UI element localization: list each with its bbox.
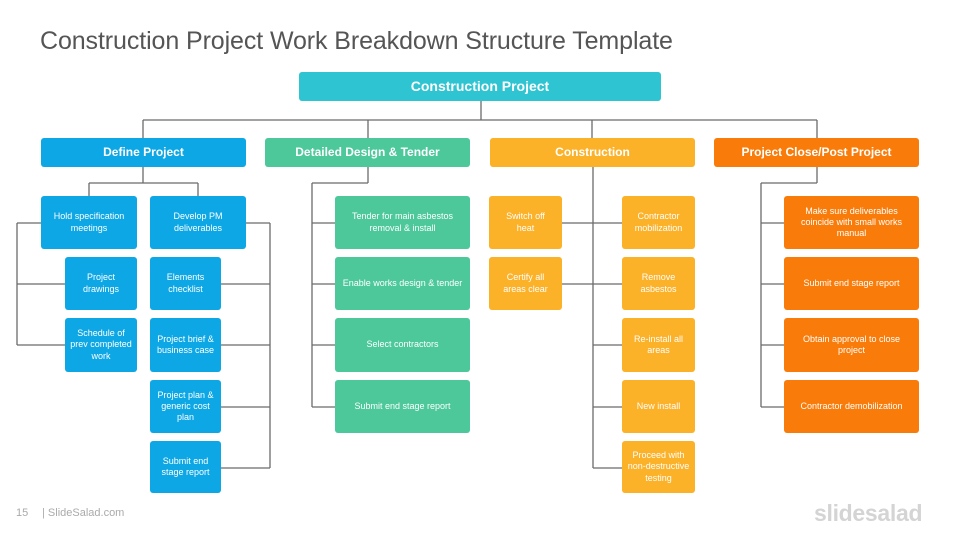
node-non-destructive-testing: Proceed with non-destructive testing xyxy=(622,441,695,493)
node-project-drawings: Project drawings xyxy=(65,257,137,310)
node-contractor-mobilization: Contractor mobilization xyxy=(622,196,695,249)
branch-detailed-design-tender: Detailed Design & Tender xyxy=(265,138,470,167)
node-hold-specification-meetings: Hold specification meetings xyxy=(41,196,137,249)
node-deliverables-manual: Make sure deliverables coincide with sma… xyxy=(784,196,919,249)
node-new-install: New install xyxy=(622,380,695,433)
node-select-contractors: Select contractors xyxy=(335,318,470,372)
node-enable-works: Enable works design & tender xyxy=(335,257,470,310)
branch-project-close: Project Close/Post Project xyxy=(714,138,919,167)
node-contractor-demobilization: Contractor demobilization xyxy=(784,380,919,433)
node-switch-off-heat: Switch off heat xyxy=(489,196,562,249)
page-number: 15 xyxy=(16,507,29,519)
node-obtain-approval: Obtain approval to close project xyxy=(784,318,919,372)
node-elements-checklist: Elements checklist xyxy=(150,257,221,310)
node-schedule-prev-work: Schedule of prev completed work xyxy=(65,318,137,372)
branch-construction: Construction xyxy=(490,138,695,167)
node-certify-areas-clear: Certify all areas clear xyxy=(489,257,562,310)
node-submit-end-stage-report: Submit end stage report xyxy=(784,257,919,310)
root-node: Construction Project xyxy=(299,72,661,101)
branch-define-project: Define Project xyxy=(41,138,246,167)
brand-logo: slidesalad xyxy=(814,500,923,526)
node-submit-end-stage-report: Submit end stage report xyxy=(335,380,470,433)
footer-site-link: | SlideSalad.com xyxy=(42,507,125,519)
node-remove-asbestos: Remove asbestos xyxy=(622,257,695,310)
node-reinstall-all-areas: Re-install all areas xyxy=(622,318,695,372)
node-develop-pm-deliverables: Develop PM deliverables xyxy=(150,196,246,249)
node-project-brief: Project brief & business case xyxy=(150,318,221,372)
node-project-plan: Project plan & generic cost plan xyxy=(150,380,221,433)
node-tender-asbestos: Tender for main asbestos removal & insta… xyxy=(335,196,470,249)
node-submit-end-stage-report: Submit end stage report xyxy=(150,441,221,493)
